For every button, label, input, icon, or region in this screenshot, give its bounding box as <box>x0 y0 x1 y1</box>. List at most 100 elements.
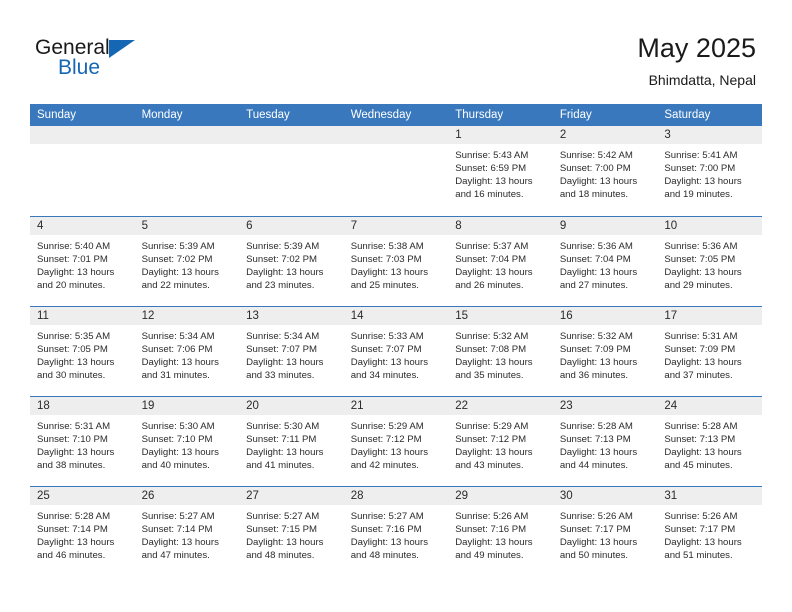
calendar-day-cell[interactable]: 10 Sunrise: 5:36 AM Sunset: 7:05 PM Dayligh… <box>657 215 762 306</box>
day-number <box>239 126 344 144</box>
calendar-day-cell[interactable]: 28 Sunrise: 5:27 AM Sunset: 7:16 PM Dayligh… <box>343 485 449 576</box>
calendar-day-cell[interactable]: 27 Sunrise: 5:27 AM Sunset: 7:15 PM Dayligh… <box>239 485 344 576</box>
calendar-day-cell[interactable]: 13 Sunrise: 5:34 AM Sunset: 7:07 PM Dayligh… <box>239 305 344 396</box>
day-info: Sunrise: 5:40 AM Sunset: 7:01 PM Daylight:… <box>30 235 135 292</box>
day-info: Sunrise: 5:29 AM Sunset: 7:12 PM Daylight:… <box>448 415 553 472</box>
calendar-day-cell[interactable] <box>239 126 344 216</box>
calendar-day-cell[interactable]: 26 Sunrise: 5:27 AM Sunset: 7:14 PM Dayligh… <box>134 485 240 576</box>
calendar-day-cell[interactable]: 22 Sunrise: 5:29 AM Sunset: 7:12 PM Dayligh… <box>448 395 553 486</box>
calendar-day-cell[interactable]: 8 Sunrise: 5:37 AM Sunset: 7:04 PM Daylight… <box>448 215 553 306</box>
day-info: Sunrise: 5:28 AM Sunset: 7:14 PM Daylight:… <box>30 505 135 562</box>
weekday-header-saturday: Saturday <box>657 104 762 126</box>
daylight-text: Daylight: 13 hours and 47 minutes. <box>141 536 219 561</box>
calendar-day-cell[interactable]: 9 Sunrise: 5:36 AM Sunset: 7:04 PM Daylight… <box>552 215 658 306</box>
calendar-day-content: 30 Sunrise: 5:26 AM Sunset: 7:17 PM Dayligh… <box>552 486 658 576</box>
daylight-text: Daylight: 13 hours and 48 minutes. <box>246 536 324 561</box>
day-number <box>134 126 240 144</box>
calendar-day-cell[interactable] <box>343 126 449 216</box>
brand-logo[interactable]: General Blue <box>35 36 165 86</box>
day-number: 19 <box>134 396 240 415</box>
day-info: Sunrise: 5:33 AM Sunset: 7:07 PM Daylight:… <box>344 325 449 382</box>
calendar-day-content: 31 Sunrise: 5:26 AM Sunset: 7:17 PM Dayligh… <box>657 486 762 576</box>
calendar-day-cell[interactable]: 11 Sunrise: 5:35 AM Sunset: 7:05 PM Dayligh… <box>30 305 135 396</box>
calendar-day-cell[interactable]: 1 Sunrise: 5:43 AM Sunset: 6:59 PM Daylight… <box>448 126 553 216</box>
calendar-day-cell[interactable]: 29 Sunrise: 5:26 AM Sunset: 7:16 PM Dayligh… <box>448 485 553 576</box>
sunset-text: Sunset: 7:10 PM <box>141 433 213 445</box>
day-number: 8 <box>448 216 553 235</box>
weekday-header-tuesday: Tuesday <box>239 104 344 126</box>
calendar-day-cell[interactable]: 5 Sunrise: 5:39 AM Sunset: 7:02 PM Daylight… <box>134 215 240 306</box>
sunrise-text: Sunrise: 5:35 AM <box>37 330 111 342</box>
calendar-day-cell[interactable] <box>30 126 135 216</box>
weekday-header-monday: Monday <box>134 104 240 126</box>
day-info: Sunrise: 5:28 AM Sunset: 7:13 PM Daylight:… <box>553 415 658 472</box>
calendar-day-cell[interactable]: 2 Sunrise: 5:42 AM Sunset: 7:00 PM Daylight… <box>552 126 658 216</box>
sunrise-text: Sunrise: 5:36 AM <box>664 240 738 252</box>
calendar-day-cell[interactable]: 14 Sunrise: 5:33 AM Sunset: 7:07 PM Dayligh… <box>343 305 449 396</box>
calendar-day-cell[interactable]: 17 Sunrise: 5:31 AM Sunset: 7:09 PM Dayligh… <box>657 305 762 396</box>
calendar-day-cell[interactable] <box>134 126 240 216</box>
sunset-text: Sunset: 7:17 PM <box>664 523 736 535</box>
calendar-day-cell[interactable]: 31 Sunrise: 5:26 AM Sunset: 7:17 PM Dayligh… <box>657 485 762 576</box>
day-info: Sunrise: 5:34 AM Sunset: 7:06 PM Daylight:… <box>135 325 240 382</box>
sunset-text: Sunset: 7:12 PM <box>455 433 527 445</box>
calendar-week-row: 18 Sunrise: 5:31 AM Sunset: 7:10 PM Dayligh… <box>30 395 762 486</box>
day-number: 17 <box>657 306 762 325</box>
day-number: 29 <box>448 486 553 505</box>
sunset-text: Sunset: 7:05 PM <box>37 343 108 355</box>
day-info: Sunrise: 5:34 AM Sunset: 7:07 PM Daylight:… <box>239 325 344 382</box>
calendar-day-cell[interactable]: 3 Sunrise: 5:41 AM Sunset: 7:00 PM Daylight… <box>657 126 762 216</box>
title-block: May 2025 Bhimdatta, Nepal <box>637 32 756 90</box>
sunrise-text: Sunrise: 5:29 AM <box>455 420 529 432</box>
sunset-text: Sunset: 7:04 PM <box>455 253 527 265</box>
calendar-day-content: 5 Sunrise: 5:39 AM Sunset: 7:02 PM Daylight… <box>134 216 240 306</box>
calendar-day-cell[interactable]: 24 Sunrise: 5:28 AM Sunset: 7:13 PM Dayligh… <box>657 395 762 486</box>
calendar-header-row: Sunday Monday Tuesday Wednesday Thursday… <box>30 104 762 126</box>
calendar-day-content: 28 Sunrise: 5:27 AM Sunset: 7:16 PM Dayligh… <box>343 486 449 576</box>
calendar-day-cell[interactable]: 12 Sunrise: 5:34 AM Sunset: 7:06 PM Dayligh… <box>134 305 240 396</box>
calendar-day-cell[interactable]: 7 Sunrise: 5:38 AM Sunset: 7:03 PM Daylight… <box>343 215 449 306</box>
sunset-text: Sunset: 7:04 PM <box>559 253 631 265</box>
calendar-day-cell[interactable]: 20 Sunrise: 5:30 AM Sunset: 7:11 PM Dayligh… <box>239 395 344 486</box>
calendar-day-cell[interactable]: 25 Sunrise: 5:28 AM Sunset: 7:14 PM Dayligh… <box>30 485 135 576</box>
sunrise-text: Sunrise: 5:26 AM <box>559 510 633 522</box>
calendar-day-cell[interactable]: 21 Sunrise: 5:29 AM Sunset: 7:12 PM Dayligh… <box>343 395 449 486</box>
daylight-text: Daylight: 13 hours and 18 minutes. <box>559 176 638 201</box>
sunrise-text: Sunrise: 5:30 AM <box>246 420 320 432</box>
calendar-table: Sunday Monday Tuesday Wednesday Thursday… <box>30 104 762 576</box>
calendar-day-cell[interactable]: 19 Sunrise: 5:30 AM Sunset: 7:10 PM Dayligh… <box>134 395 240 486</box>
sunrise-text: Sunrise: 5:31 AM <box>37 420 111 432</box>
calendar-day-cell[interactable]: 23 Sunrise: 5:28 AM Sunset: 7:13 PM Dayligh… <box>552 395 658 486</box>
calendar-day-cell[interactable]: 15 Sunrise: 5:32 AM Sunset: 7:08 PM Dayligh… <box>448 305 553 396</box>
day-number: 11 <box>30 306 135 325</box>
calendar-day-content: 26 Sunrise: 5:27 AM Sunset: 7:14 PM Dayligh… <box>134 486 240 576</box>
sunset-text: Sunset: 7:06 PM <box>141 343 213 355</box>
calendar-day-content: 18 Sunrise: 5:31 AM Sunset: 7:10 PM Dayligh… <box>30 396 135 486</box>
calendar-day-cell[interactable]: 6 Sunrise: 5:39 AM Sunset: 7:02 PM Daylight… <box>239 215 344 306</box>
calendar-day-cell[interactable]: 18 Sunrise: 5:31 AM Sunset: 7:10 PM Dayligh… <box>30 395 135 486</box>
sunrise-text: Sunrise: 5:26 AM <box>664 510 738 522</box>
sunset-text: Sunset: 7:07 PM <box>246 343 318 355</box>
daylight-text: Daylight: 13 hours and 30 minutes. <box>37 356 115 381</box>
sunrise-text: Sunrise: 5:34 AM <box>246 330 320 342</box>
sunrise-text: Sunrise: 5:29 AM <box>350 420 424 432</box>
day-info: Sunrise: 5:36 AM Sunset: 7:05 PM Daylight:… <box>657 235 762 292</box>
day-number: 3 <box>657 126 762 144</box>
calendar-day-content: 17 Sunrise: 5:31 AM Sunset: 7:09 PM Dayligh… <box>657 306 762 396</box>
calendar-day-cell[interactable]: 4 Sunrise: 5:40 AM Sunset: 7:01 PM Daylight… <box>30 215 135 306</box>
calendar-week-row: 11 Sunrise: 5:35 AM Sunset: 7:05 PM Dayligh… <box>30 305 762 396</box>
sunrise-text: Sunrise: 5:38 AM <box>350 240 424 252</box>
calendar-day-empty <box>134 126 240 215</box>
day-info: Sunrise: 5:31 AM Sunset: 7:10 PM Daylight:… <box>30 415 135 472</box>
calendar-day-cell[interactable]: 30 Sunrise: 5:26 AM Sunset: 7:17 PM Dayligh… <box>552 485 658 576</box>
calendar-week-row: 4 Sunrise: 5:40 AM Sunset: 7:01 PM Daylight… <box>30 215 762 306</box>
sunset-text: Sunset: 7:00 PM <box>664 163 736 175</box>
daylight-text: Daylight: 13 hours and 35 minutes. <box>455 356 533 381</box>
day-info: Sunrise: 5:42 AM Sunset: 7:00 PM Daylight:… <box>553 144 658 201</box>
sunrise-text: Sunrise: 5:42 AM <box>559 150 633 161</box>
calendar-day-cell[interactable]: 16 Sunrise: 5:32 AM Sunset: 7:09 PM Dayligh… <box>552 305 658 396</box>
calendar-page: General Blue May 2025 Bhimdatta, Nepal S… <box>0 0 792 612</box>
sunrise-text: Sunrise: 5:30 AM <box>141 420 215 432</box>
daylight-text: Daylight: 13 hours and 41 minutes. <box>246 446 324 471</box>
sunset-text: Sunset: 7:14 PM <box>141 523 213 535</box>
